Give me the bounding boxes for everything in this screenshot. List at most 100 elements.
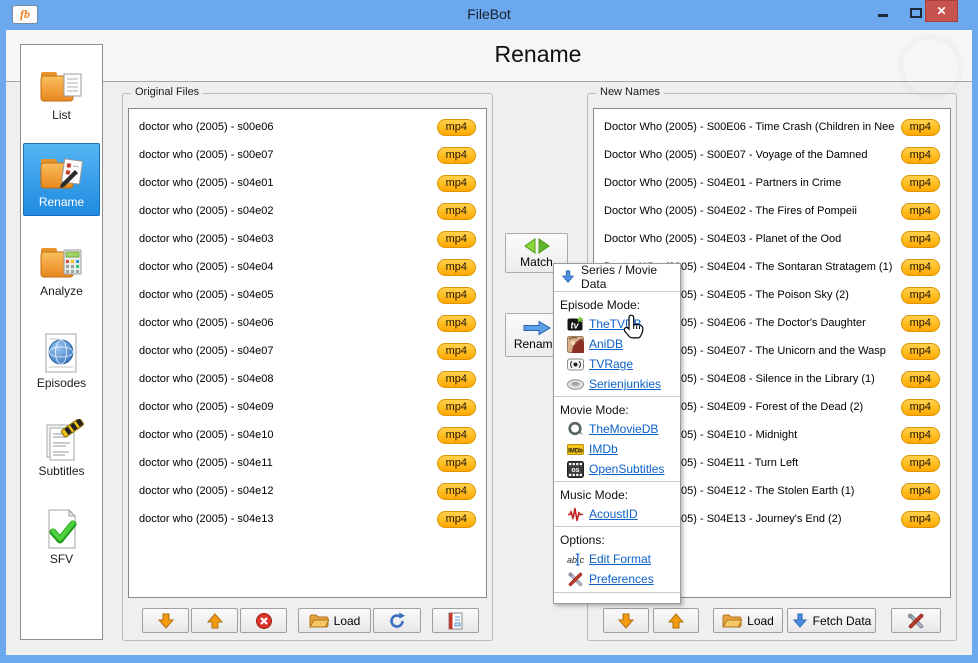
sidebar-item-analyze[interactable]: Analyze [24,241,99,298]
menu-label: AniDB [589,337,623,351]
ext-badge: mp4 [437,147,476,164]
file-row[interactable]: Doctor Who (2005) - S04E02 - The Fires o… [594,197,950,225]
menu-entry[interactable]: tv TheTVDB [554,314,680,334]
file-row[interactable]: doctor who (2005) - s04e05 mp4 [129,281,486,309]
menu-entry[interactable]: AcoustID [554,504,680,524]
ext-badge: mp4 [437,371,476,388]
move-up-button[interactable] [191,608,238,633]
history-button[interactable] [432,608,479,633]
file-row[interactable]: doctor who (2005) - s00e07 mp4 [129,141,486,169]
folder-rename-icon [39,154,85,194]
remove-icon [255,612,273,630]
popup-header: Series / Movie Data [554,264,680,289]
page-title: Rename [104,41,972,68]
sidebar-item-subtitles[interactable]: Subtitles [24,417,99,478]
menu-entry[interactable]: TVRage [554,354,680,374]
file-name: doctor who (2005) - s04e10 [139,429,431,441]
fetch-data-button[interactable]: Fetch Data [787,608,876,633]
menu-label: TVRage [589,357,633,371]
sidebar-label: Episodes [24,376,99,390]
load-button[interactable]: Load [713,608,783,633]
folder-open-icon [309,613,329,629]
folder-list-icon [39,67,85,107]
svg-text:os: os [571,467,579,474]
menu-entry[interactable]: abc Edit Format [554,549,680,569]
ext-badge: mp4 [901,119,940,136]
move-down-button[interactable] [142,608,189,633]
menu-label: Movie Mode: [560,403,629,417]
file-row[interactable]: doctor who (2005) - s04e09 mp4 [129,393,486,421]
refresh-icon [388,612,406,630]
content-area: Rename List [6,30,972,655]
file-name: doctor who (2005) - s04e04 [139,261,431,273]
episodes-globe-icon [39,333,85,375]
series-movie-data-popup: Series / Movie Data Episode Mode: tv The… [553,263,681,604]
move-down-button[interactable] [603,608,649,633]
menu-entry[interactable]: Preferences [554,569,680,589]
menu-entry: Episode Mode: [554,291,680,314]
sidebar-item-sfv[interactable]: SFV [24,507,99,566]
remove-button[interactable] [240,608,287,633]
file-row[interactable]: doctor who (2005) - s04e08 mp4 [129,365,486,393]
file-row[interactable]: doctor who (2005) - s04e02 mp4 [129,197,486,225]
sidebar-label: Rename [24,195,99,209]
preferences-button[interactable] [891,608,941,633]
file-row[interactable]: doctor who (2005) - s04e01 mp4 [129,169,486,197]
imdb-icon: IMDb [567,441,584,458]
move-up-button[interactable] [653,608,699,633]
original-files-list[interactable]: doctor who (2005) - s00e06 mp4 doctor wh… [128,108,487,598]
refresh-button[interactable] [373,608,421,633]
menu-entry: Music Mode: [554,481,680,504]
file-name: doctor who (2005) - s04e08 [139,373,431,385]
sidebar-item-episodes[interactable]: Episodes [24,331,99,390]
folder-analyze-icon [39,243,85,283]
sidebar-item-list[interactable]: List [24,65,99,122]
menu-entry[interactable]: Serienjunkies [554,374,680,394]
file-row[interactable]: doctor who (2005) - s04e03 mp4 [129,225,486,253]
file-row[interactable]: doctor who (2005) - s00e06 mp4 [129,113,486,141]
file-row[interactable]: Doctor Who (2005) - S04E01 - Partners in… [594,169,950,197]
cursor-hand-icon [623,314,645,341]
arrow-up-icon [667,612,685,630]
file-row[interactable]: doctor who (2005) - s04e13 mp4 [129,505,486,533]
menu-entry: Movie Mode: [554,396,680,419]
ext-badge: mp4 [437,343,476,360]
file-row[interactable]: doctor who (2005) - s04e10 mp4 [129,421,486,449]
minimize-button[interactable] [878,14,888,17]
ext-badge: mp4 [437,259,476,276]
file-row[interactable]: doctor who (2005) - s04e11 mp4 [129,449,486,477]
menu-label: Preferences [589,572,654,586]
menu-entry[interactable]: TheMovieDB [554,419,680,439]
menu-label: Music Mode: [560,488,628,502]
file-row[interactable]: doctor who (2005) - s04e12 mp4 [129,477,486,505]
sfv-check-icon [39,509,85,551]
file-row[interactable]: Doctor Who (2005) - S00E06 - Time Crash … [594,113,950,141]
subtitles-icon [39,419,85,463]
file-row[interactable]: Doctor Who (2005) - S04E03 - Planet of t… [594,225,950,253]
sidebar-item-rename[interactable]: Rename [23,143,100,216]
load-label: Load [334,614,361,628]
file-name: doctor who (2005) - s04e12 [139,485,431,497]
menu-label: AcoustID [589,507,638,521]
header-band: Rename [6,30,972,82]
load-button[interactable]: Load [298,608,371,633]
file-row[interactable]: doctor who (2005) - s04e06 mp4 [129,309,486,337]
maximize-button[interactable] [910,8,922,18]
titlebar: fb FileBot ✕ [0,0,978,30]
arrow-down-icon [157,612,175,630]
ext-badge: mp4 [901,399,940,416]
ext-badge: mp4 [901,455,940,472]
file-row[interactable]: doctor who (2005) - s04e07 mp4 [129,337,486,365]
ext-badge: mp4 [437,455,476,472]
menu-entry[interactable]: IMDb IMDb [554,439,680,459]
menu-entry[interactable]: os OpenSubtitles [554,459,680,479]
ext-badge: mp4 [437,483,476,500]
menu-label: Serienjunkies [589,377,661,391]
themoviedb-icon [567,421,584,438]
sidebar-label: SFV [24,552,99,566]
ext-badge: mp4 [901,483,940,500]
file-row[interactable]: doctor who (2005) - s04e04 mp4 [129,253,486,281]
close-button[interactable]: ✕ [925,0,958,22]
file-row[interactable]: Doctor Who (2005) - S00E07 - Voyage of t… [594,141,950,169]
menu-entry[interactable]: AniDB [554,334,680,354]
